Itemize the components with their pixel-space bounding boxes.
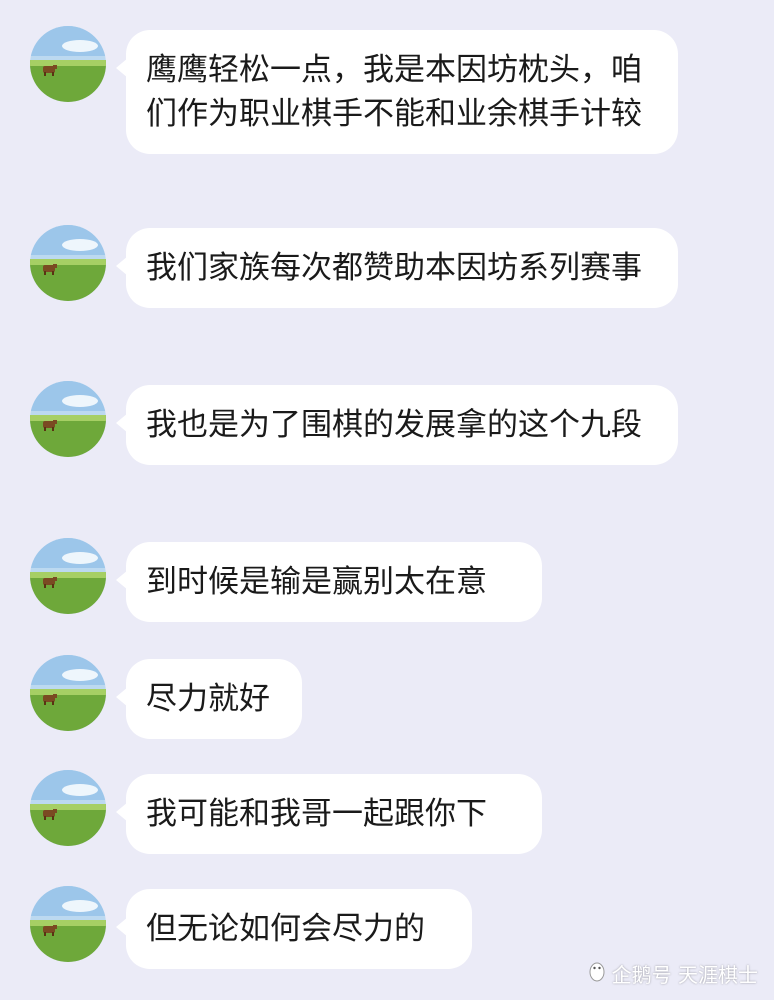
cow-on-grassland-avatar-icon <box>30 225 106 301</box>
message-bubble[interactable]: 到时候是输是赢别太在意 <box>116 542 542 622</box>
cow-on-grassland-avatar-icon <box>30 655 106 731</box>
contact-avatar[interactable] <box>30 381 106 457</box>
message-bubble[interactable]: 尽力就好 <box>116 659 302 739</box>
contact-avatar[interactable] <box>30 886 106 962</box>
cow-on-grassland-avatar-icon <box>30 381 106 457</box>
contact-avatar[interactable] <box>30 225 106 301</box>
cow-on-grassland-avatar-icon <box>30 538 106 614</box>
cow-on-grassland-avatar-icon <box>30 26 106 102</box>
cow-on-grassland-avatar-icon <box>30 886 106 962</box>
cow-on-grassland-avatar-icon <box>30 770 106 846</box>
message-text: 但无论如何会尽力的 <box>146 911 425 947</box>
contact-avatar[interactable] <box>30 538 106 614</box>
contact-avatar[interactable] <box>30 770 106 846</box>
watermark-text: 企鹅号 天涯棋士 <box>611 963 758 987</box>
message-text: 鹰鹰轻松一点，我是本因坊枕头，咱们作为职业棋手不能和业余棋手计较 <box>146 52 642 132</box>
message-bubble[interactable]: 鹰鹰轻松一点，我是本因坊枕头，咱们作为职业棋手不能和业余棋手计较 <box>116 30 678 154</box>
message-text: 我们家族每次都赞助本因坊系列赛事 <box>146 250 642 286</box>
penguin-logo-icon <box>588 960 606 987</box>
message-bubble[interactable]: 我可能和我哥一起跟你下 <box>116 774 542 854</box>
message-bubble[interactable]: 我们家族每次都赞助本因坊系列赛事 <box>116 228 678 308</box>
message-text: 到时候是输是赢别太在意 <box>146 564 487 600</box>
message-text: 尽力就好 <box>146 681 270 717</box>
watermark: 企鹅号 天涯棋士 <box>588 959 758 988</box>
message-text: 我可能和我哥一起跟你下 <box>146 796 487 832</box>
message-bubble[interactable]: 但无论如何会尽力的 <box>116 889 472 969</box>
contact-avatar[interactable] <box>30 26 106 102</box>
message-bubble[interactable]: 我也是为了围棋的发展拿的这个九段 <box>116 385 678 465</box>
message-text: 我也是为了围棋的发展拿的这个九段 <box>146 407 642 443</box>
contact-avatar[interactable] <box>30 655 106 731</box>
